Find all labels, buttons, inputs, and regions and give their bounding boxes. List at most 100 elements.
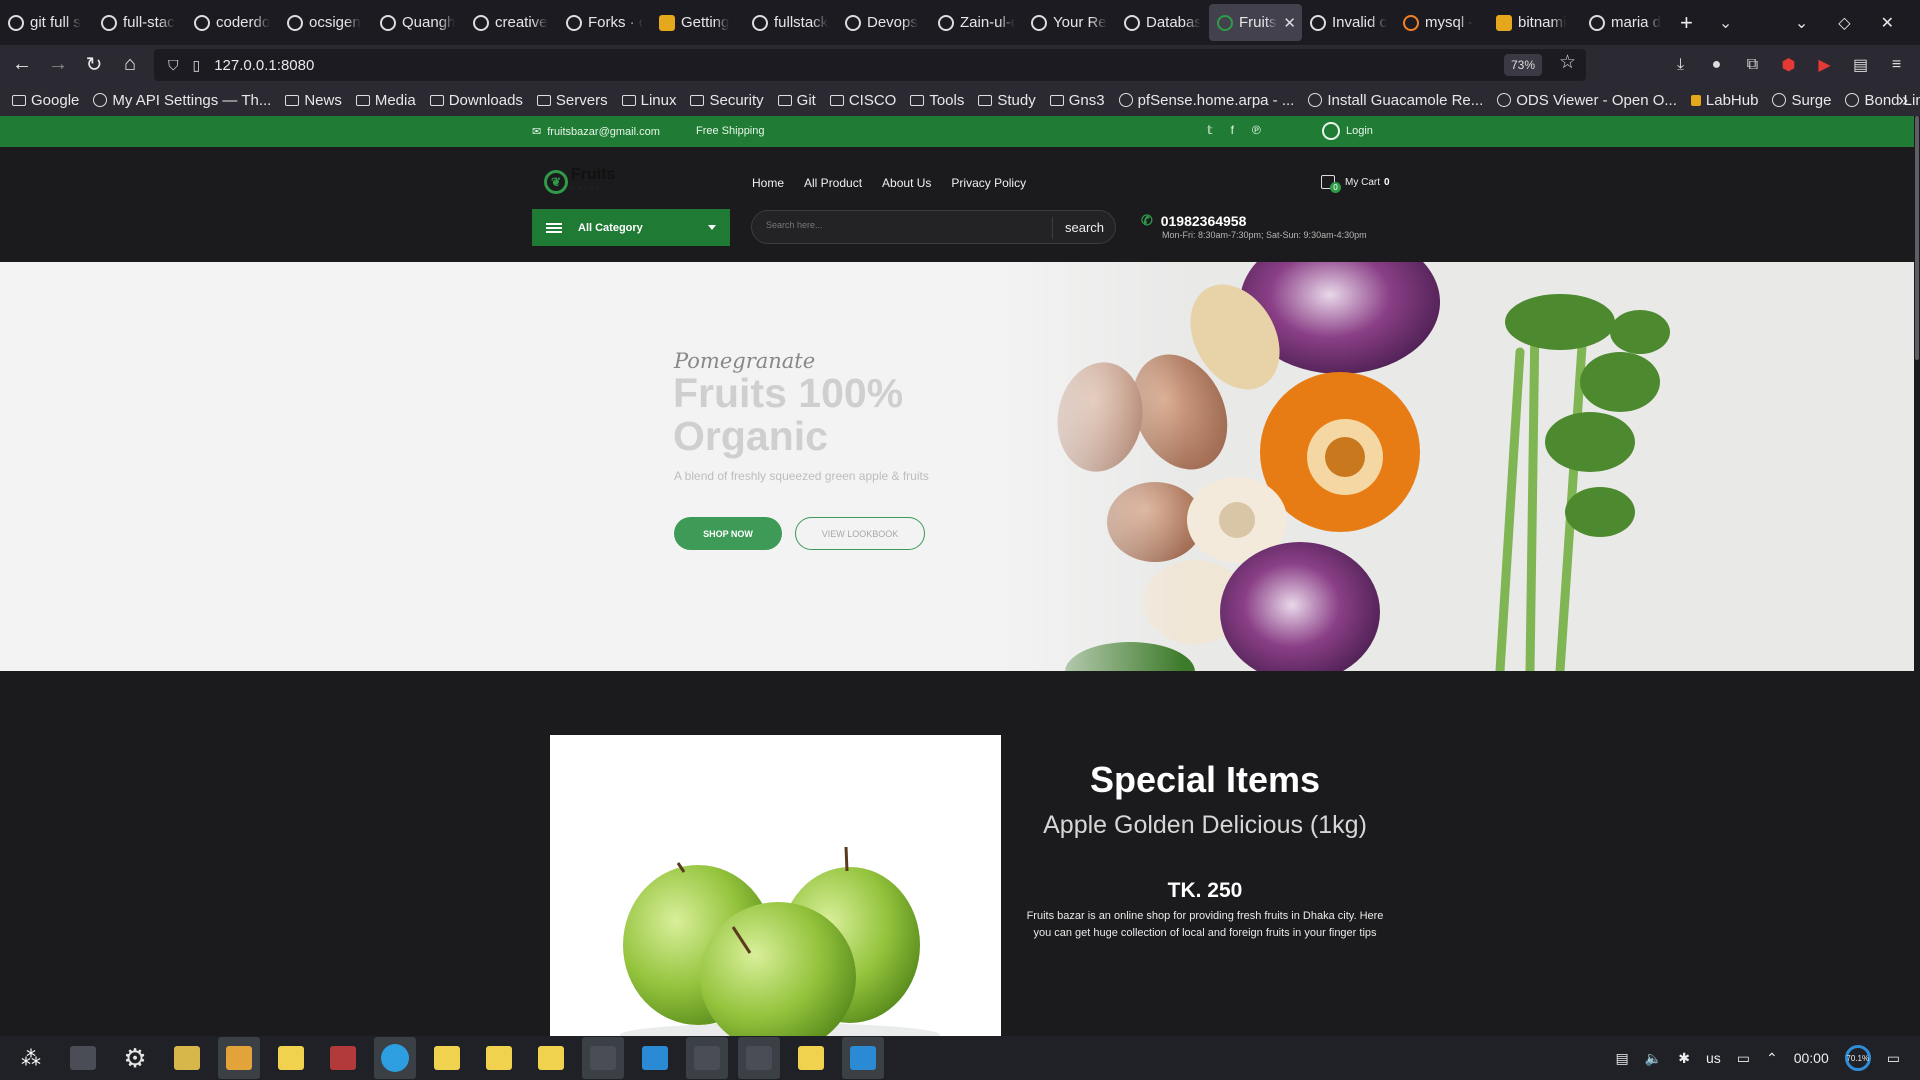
shield-icon[interactable]: ⛉ bbox=[168, 57, 179, 74]
settings-gear-icon[interactable]: ⚙ bbox=[114, 1037, 156, 1079]
browser-tab[interactable]: Invalid c bbox=[1302, 0, 1395, 45]
browser-icon[interactable] bbox=[374, 1037, 416, 1079]
ublock-icon[interactable]: ⬢ bbox=[1779, 55, 1798, 74]
file-manager-icon[interactable] bbox=[218, 1037, 260, 1079]
search-button[interactable]: search bbox=[1065, 220, 1104, 235]
home-icon[interactable]: ⌂ bbox=[112, 47, 148, 83]
nav-link[interactable]: Privacy Policy bbox=[951, 176, 1026, 190]
phone-number[interactable]: 01982364958 bbox=[1161, 213, 1247, 229]
back-icon[interactable]: ← bbox=[4, 47, 40, 83]
text-editor-icon[interactable] bbox=[270, 1037, 312, 1079]
shop-now-button[interactable]: SHOP NOW bbox=[674, 517, 782, 550]
scrollbar-thumb[interactable] bbox=[1915, 116, 1919, 360]
browser-tab[interactable]: maria d bbox=[1581, 0, 1674, 45]
bookmark-item[interactable]: Bond Linux Netplan bbox=[1845, 92, 1920, 109]
show-desktop-icon[interactable]: ▭ bbox=[1887, 1050, 1900, 1067]
bookmark-item[interactable]: Gns3 bbox=[1049, 92, 1105, 109]
browser-tab[interactable]: Getting bbox=[651, 0, 744, 45]
reader-icon[interactable]: ▤ bbox=[1851, 55, 1870, 74]
clock[interactable]: 00:00 bbox=[1794, 1050, 1829, 1066]
tray-expand-icon[interactable]: ⌃ bbox=[1766, 1050, 1778, 1067]
nav-link[interactable]: All Product bbox=[804, 176, 862, 190]
browser-tab[interactable]: Your Re bbox=[1023, 0, 1116, 45]
close-tab-icon[interactable]: ✕ bbox=[1283, 14, 1296, 32]
nav-link[interactable]: About Us bbox=[882, 176, 931, 190]
login-link[interactable]: Login bbox=[1322, 122, 1373, 140]
special-product-name[interactable]: Apple Golden Delicious (1kg) bbox=[1000, 811, 1410, 840]
zoom-level[interactable]: 73% bbox=[1503, 54, 1542, 76]
bookmark-item[interactable]: Downloads bbox=[429, 92, 523, 109]
bookmark-item[interactable]: Servers bbox=[536, 92, 608, 109]
facebook-icon[interactable]: f bbox=[1231, 123, 1234, 137]
browser-tab[interactable]: git full s bbox=[0, 0, 93, 45]
bookmark-item[interactable]: Study bbox=[978, 92, 1036, 109]
bookmark-star-icon[interactable]: ☆ bbox=[1559, 51, 1576, 74]
close-window-icon[interactable]: ✕ bbox=[1881, 13, 1894, 33]
browser-tab[interactable]: fullstack bbox=[744, 0, 837, 45]
reload-icon[interactable]: ↻ bbox=[76, 47, 112, 83]
vscode-icon-2[interactable] bbox=[842, 1037, 884, 1079]
page-scrollbar[interactable] bbox=[1914, 116, 1920, 1036]
forward-icon[interactable]: → bbox=[40, 47, 76, 83]
network-icon[interactable]: ▭ bbox=[1737, 1050, 1750, 1067]
extensions-icon[interactable]: ⧉ bbox=[1743, 55, 1762, 74]
bookmark-item[interactable]: Security bbox=[690, 92, 764, 109]
keyboard-layout[interactable]: us bbox=[1706, 1050, 1721, 1066]
vscode-icon[interactable] bbox=[634, 1037, 676, 1079]
browser-tab[interactable]: Quangh bbox=[372, 0, 465, 45]
terminal-icon-4[interactable] bbox=[738, 1037, 780, 1079]
bookmark-item[interactable]: Git bbox=[777, 92, 816, 109]
terminal-icon-3[interactable] bbox=[686, 1037, 728, 1079]
browser-tab[interactable]: Forks · c bbox=[558, 0, 651, 45]
browser-tab[interactable]: ocsigen bbox=[279, 0, 372, 45]
text-editor-icon-5[interactable] bbox=[790, 1037, 832, 1079]
text-editor-icon-4[interactable] bbox=[530, 1037, 572, 1079]
browser-tab[interactable]: coderdo bbox=[186, 0, 279, 45]
system-monitor-ring[interactable]: 70.1% bbox=[1844, 1045, 1871, 1071]
terminal-icon[interactable] bbox=[62, 1037, 104, 1079]
url-text[interactable]: 127.0.0.1:8080 bbox=[214, 57, 314, 74]
browser-tab[interactable]: Zain-ul-c bbox=[930, 0, 1023, 45]
bookmark-item[interactable]: LabHub bbox=[1690, 92, 1758, 109]
bookmark-item[interactable]: My API Settings — Th... bbox=[93, 92, 271, 109]
text-editor-icon-3[interactable] bbox=[478, 1037, 520, 1079]
address-bar[interactable]: ⛉ ▯ 127.0.0.1:8080 73% ☆ bbox=[154, 49, 1586, 81]
pinterest-icon[interactable]: ℗ bbox=[1252, 123, 1261, 137]
terminal-icon-2[interactable] bbox=[582, 1037, 624, 1079]
app-launcher-icon[interactable]: ⁂ bbox=[10, 1037, 52, 1079]
view-lookbook-button[interactable]: VIEW LOOKBOOK bbox=[795, 517, 925, 550]
bookmark-item[interactable]: Surge bbox=[1772, 92, 1831, 109]
account-icon[interactable]: ● bbox=[1707, 55, 1726, 74]
text-editor-icon-2[interactable] bbox=[426, 1037, 468, 1079]
new-tab-icon[interactable]: + bbox=[1680, 10, 1693, 36]
menu-icon[interactable]: ≡ bbox=[1887, 55, 1906, 74]
clipboard-icon[interactable]: ▤ bbox=[1616, 1050, 1629, 1067]
browser-tab[interactable]: mysql - bbox=[1395, 0, 1488, 45]
bookmark-item[interactable]: Linux bbox=[621, 92, 676, 109]
twitter-icon[interactable]: 𝕥 bbox=[1207, 123, 1213, 137]
restore-icon[interactable]: ◇ bbox=[1838, 13, 1850, 33]
download-icon[interactable]: ⤓ bbox=[1671, 55, 1690, 74]
bookmark-item[interactable]: Google bbox=[12, 92, 79, 109]
search-input[interactable] bbox=[766, 220, 1046, 230]
browser-tab[interactable]: full-stac bbox=[93, 0, 186, 45]
browser-tab[interactable]: Devops bbox=[837, 0, 930, 45]
bookmark-item[interactable]: ODS Viewer - Open O... bbox=[1497, 92, 1677, 109]
browser-tab[interactable]: creative bbox=[465, 0, 558, 45]
bookmark-item[interactable]: Tools bbox=[910, 92, 964, 109]
all-category-dropdown[interactable]: All Category bbox=[532, 209, 730, 246]
volume-icon[interactable]: 🔈 bbox=[1645, 1050, 1662, 1067]
youtube-icon[interactable]: ▶ bbox=[1815, 55, 1834, 74]
product-image[interactable] bbox=[550, 735, 1001, 1036]
browser-tab[interactable]: bitnami bbox=[1488, 0, 1581, 45]
nav-link[interactable]: Home bbox=[752, 176, 784, 190]
email-contact[interactable]: ✉ fruitsbazar@gmail.com bbox=[532, 125, 660, 139]
site-logo[interactable]: ❦ Fruits bazar bbox=[544, 167, 615, 196]
browser-tab[interactable]: Databas bbox=[1116, 0, 1209, 45]
bookmark-item[interactable]: pfSense.home.arpa - ... bbox=[1118, 92, 1294, 109]
bookmarks-overflow-icon[interactable]: » bbox=[1898, 90, 1908, 111]
bookmark-item[interactable]: Install Guacamole Re... bbox=[1308, 92, 1483, 109]
my-cart[interactable]: 0 My Cart 0 bbox=[1321, 175, 1390, 193]
bookmark-item[interactable]: CISCO bbox=[829, 92, 896, 109]
bookmark-item[interactable]: News bbox=[285, 92, 342, 109]
